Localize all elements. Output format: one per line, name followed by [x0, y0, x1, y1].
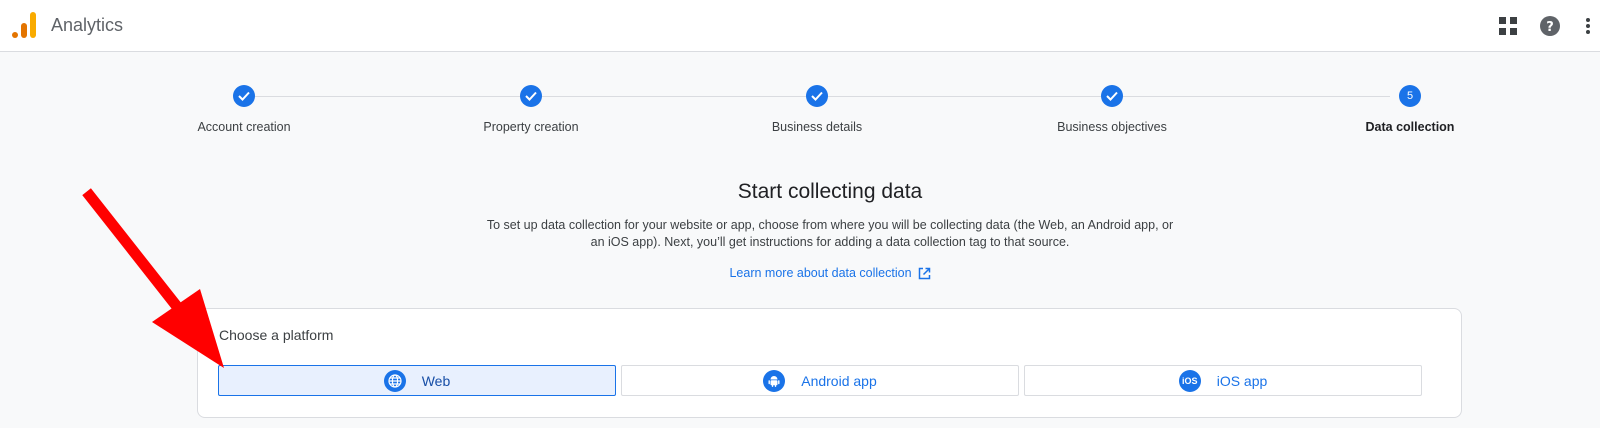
android-platform-button[interactable]: Android app — [621, 365, 1019, 396]
step-number: 5 — [1399, 85, 1421, 107]
more-vert-icon[interactable] — [1576, 14, 1600, 38]
check-icon — [1101, 85, 1123, 107]
step-label: Property creation — [483, 120, 579, 134]
step-data-collection[interactable]: 5 Data collection — [1320, 85, 1500, 134]
page-description: To set up data collection for your websi… — [486, 218, 1174, 249]
svg-text:?: ? — [1546, 20, 1554, 35]
step-label: Data collection — [1365, 120, 1455, 134]
help-icon[interactable]: ? — [1538, 14, 1562, 38]
step-business-objectives[interactable]: Business objectives — [1022, 85, 1202, 134]
open-in-new-icon — [918, 267, 931, 283]
step-business-details[interactable]: Business details — [727, 85, 907, 134]
android-icon — [763, 369, 786, 392]
step-label: Business objectives — [1057, 120, 1167, 134]
ios-icon: iOS — [1178, 369, 1201, 392]
step-label: Business details — [771, 120, 863, 134]
ios-label: iOS app — [1216, 372, 1268, 389]
apps-grid-icon[interactable] — [1496, 14, 1520, 38]
learn-more-label: Learn more about data collection — [729, 266, 912, 280]
check-icon — [806, 85, 828, 107]
web-label: Web — [421, 372, 451, 389]
check-icon — [520, 85, 542, 107]
platform-card: Choose a platform Web Android app iOS iO… — [197, 308, 1462, 418]
step-property-creation[interactable]: Property creation — [441, 85, 621, 134]
red-annotation-arrow — [82, 188, 224, 368]
globe-icon — [383, 369, 406, 392]
android-label: Android app — [801, 372, 877, 389]
ios-platform-button[interactable]: iOS iOS app — [1024, 365, 1422, 396]
